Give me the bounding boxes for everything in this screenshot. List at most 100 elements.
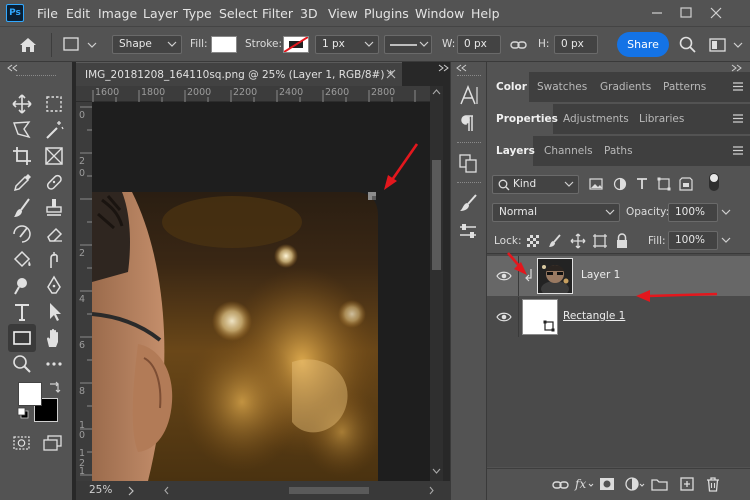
home-icon[interactable] — [18, 36, 38, 54]
filter-shape-icon[interactable] — [657, 177, 671, 191]
panel-menu-icon[interactable] — [733, 114, 743, 123]
move-tool-icon[interactable] — [10, 92, 34, 116]
menu-view[interactable]: View — [328, 6, 358, 21]
tab-color[interactable]: Color — [487, 72, 529, 102]
zoom-level[interactable]: 25% — [89, 484, 112, 496]
new-layer-icon[interactable] — [679, 476, 695, 492]
tab-swatches[interactable]: Swatches — [537, 72, 587, 102]
dodge-tool-icon[interactable] — [10, 274, 34, 298]
panel-menu-icon[interactable] — [733, 82, 743, 91]
lock-image-icon[interactable] — [548, 234, 562, 248]
menu-select[interactable]: Select — [219, 6, 258, 21]
menu-help[interactable]: Help — [471, 6, 500, 21]
menu-layer[interactable]: Layer — [143, 6, 178, 21]
status-arrow-icon[interactable] — [126, 486, 136, 496]
rectangle-tool-icon[interactable] — [8, 324, 36, 352]
layer-thumbnail[interactable] — [522, 299, 558, 335]
foreground-color-swatch[interactable] — [18, 382, 42, 406]
brush-tool-icon[interactable] — [10, 196, 34, 220]
paint-bucket-icon[interactable] — [10, 248, 34, 272]
filter-pixel-icon[interactable] — [589, 177, 603, 191]
lasso-tool-icon[interactable] — [10, 118, 34, 142]
menu-3d[interactable]: 3D — [300, 6, 318, 21]
add-mask-icon[interactable] — [599, 477, 615, 491]
tool-preset-picker[interactable] — [62, 36, 100, 54]
eraser-tool-icon[interactable] — [42, 222, 66, 246]
minimize-icon[interactable] — [643, 0, 671, 26]
smudge-tool-icon[interactable] — [42, 248, 66, 272]
rectangular-marquee-icon[interactable] — [42, 92, 66, 116]
fill-input[interactable]: 100% — [668, 231, 731, 250]
clone-stamp-icon[interactable] — [42, 196, 66, 220]
canvas[interactable] — [92, 102, 430, 481]
filter-type-icon[interactable] — [635, 177, 649, 191]
menu-plugins[interactable]: Plugins — [364, 6, 409, 21]
brushes-panel-icon[interactable] — [457, 192, 479, 214]
lock-position-icon[interactable] — [570, 233, 586, 249]
lock-all-icon[interactable] — [615, 233, 629, 249]
layer-row[interactable]: Layer 1 — [487, 256, 750, 296]
vertical-ruler[interactable]: 0 2 0 2 4 6 8 1 0 1 2 1 — [76, 102, 92, 481]
zoom-tool-icon[interactable] — [10, 352, 34, 376]
hand-tool-icon[interactable] — [42, 326, 66, 350]
tab-layers[interactable]: Layers — [487, 136, 535, 166]
visibility-eye-icon[interactable] — [496, 270, 512, 282]
collapse-icon[interactable] — [6, 64, 20, 72]
share-button[interactable]: Share — [617, 32, 669, 57]
panel-menu-icon[interactable] — [733, 146, 743, 155]
horizontal-ruler[interactable]: 1600 1800 2000 2200 2400 2600 2800 — [76, 86, 431, 102]
filter-toggle[interactable] — [709, 173, 719, 191]
strip-collapse-icon[interactable] — [455, 64, 469, 72]
tab-libraries[interactable]: Libraries — [639, 104, 684, 134]
lock-transparent-icon[interactable] — [526, 234, 540, 248]
horizontal-scrollbar[interactable] — [164, 484, 434, 497]
layer-name[interactable]: Layer 1 — [581, 269, 620, 281]
layer-thumbnail[interactable] — [537, 258, 573, 294]
history-panel-icon[interactable] — [457, 152, 479, 174]
frame-tool-icon[interactable] — [42, 144, 66, 168]
path-selection-icon[interactable] — [42, 300, 66, 324]
adjustment-layer-icon[interactable] — [625, 476, 645, 492]
menu-edit[interactable]: Edit — [66, 6, 90, 21]
stroke-type-select[interactable] — [384, 35, 432, 54]
stroke-swatch[interactable] — [283, 36, 309, 53]
doc-area-collapse-icon[interactable] — [436, 64, 450, 72]
type-tool-icon[interactable] — [10, 300, 34, 324]
link-layers-icon[interactable] — [552, 478, 570, 492]
shape-mode-select[interactable]: Shape — [112, 35, 182, 54]
layer-row[interactable]: Rectangle 1 — [487, 297, 750, 337]
layer-name[interactable]: Rectangle 1 — [563, 310, 625, 322]
tool-presets-icon[interactable] — [457, 220, 479, 242]
character-panel-icon[interactable] — [457, 84, 479, 106]
close-icon[interactable] — [702, 0, 730, 26]
menu-filter[interactable]: Filter — [262, 6, 293, 21]
link-icon[interactable] — [510, 37, 528, 53]
menu-type[interactable]: Type — [183, 6, 212, 21]
blend-mode-select[interactable]: Normal — [492, 203, 620, 222]
height-input[interactable]: 0 px — [554, 35, 598, 54]
tab-paths[interactable]: Paths — [604, 136, 633, 166]
close-document-icon[interactable] — [386, 69, 396, 79]
layer-filter-select[interactable]: Kind — [492, 175, 579, 194]
swap-colors-icon[interactable] — [48, 380, 62, 394]
tab-channels[interactable]: Channels — [544, 136, 593, 166]
visibility-eye-icon[interactable] — [496, 311, 512, 323]
pen-tool-icon[interactable] — [42, 274, 66, 298]
screen-mode-icon[interactable] — [42, 434, 64, 452]
tab-adjustments[interactable]: Adjustments — [563, 104, 629, 134]
stroke-width-input[interactable]: 1 px — [315, 35, 379, 54]
tab-patterns[interactable]: Patterns — [663, 72, 706, 102]
width-input[interactable]: 0 px — [457, 35, 501, 54]
paragraph-panel-icon[interactable] — [457, 112, 479, 134]
more-tools-icon[interactable] — [42, 352, 66, 376]
layer-style-fx-icon[interactable]: fx — [574, 476, 594, 492]
history-brush-icon[interactable] — [10, 222, 34, 246]
delete-layer-icon[interactable] — [705, 476, 721, 492]
tab-properties[interactable]: Properties — [487, 104, 558, 134]
default-colors-icon[interactable] — [17, 407, 29, 419]
workspace-icon[interactable] — [708, 36, 744, 54]
filter-adjustment-icon[interactable] — [613, 177, 627, 191]
filter-smart-object-icon[interactable] — [679, 177, 693, 191]
document-tab[interactable]: IMG_20181208_164110sq.png @ 25% (Layer 1… — [76, 62, 402, 86]
panel-collapse-icon[interactable] — [729, 64, 743, 72]
